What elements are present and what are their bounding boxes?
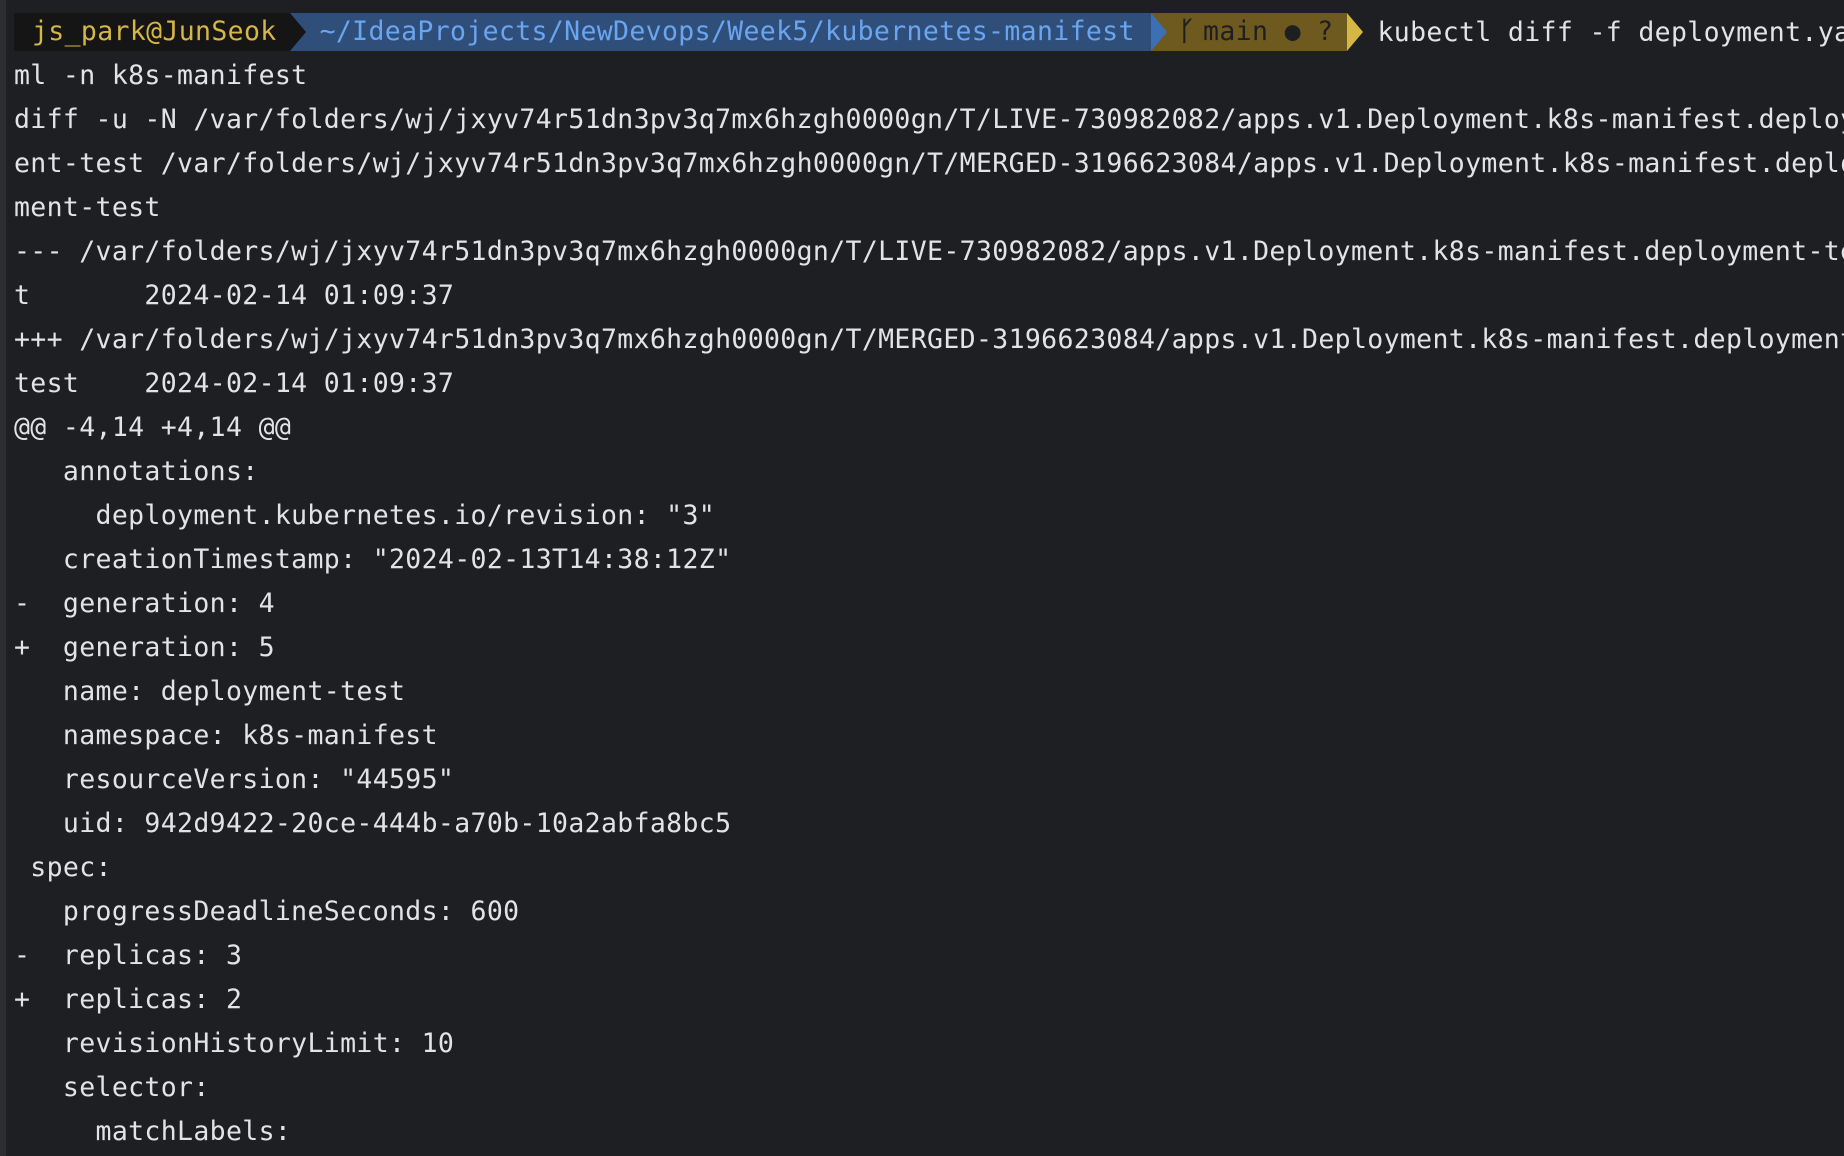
output-line: revisionHistoryLimit: 10 (14, 1028, 455, 1059)
prompt-git-segment: ᚴ main ● ? (1150, 13, 1348, 51)
output-line: - generation: 4 (14, 588, 275, 619)
output-line: selector: (14, 1072, 210, 1103)
prompt-separator-arrow (1347, 13, 1364, 51)
output-line: matchLabels: (14, 1116, 292, 1147)
git-status: main ● ? (1203, 16, 1334, 47)
output-line: resourceVersion: "44595" (14, 764, 455, 795)
output-line: ment-test (14, 192, 161, 223)
prompt-separator-arrow (1150, 13, 1167, 51)
output-line: diff -u -N /var/folders/wj/jxyv74r51dn3p… (14, 104, 1844, 135)
output-line: t 2024-02-14 01:09:37 (14, 280, 455, 311)
output-line: spec: (14, 852, 112, 883)
prompt-user-segment: js_park@JunSeok (14, 13, 291, 51)
terminal-output: js_park@JunSeok ~/IdeaProjects/NewDevops… (14, 0, 1844, 1154)
output-line: name: deployment-test (14, 676, 406, 707)
branch-icon: ᚴ (1178, 16, 1196, 47)
output-line: namespace: k8s-manifest (14, 720, 438, 751)
output-line: @@ -4,14 +4,14 @@ (14, 412, 292, 443)
output-line: uid: 942d9422-20ce-444b-a70b-10a2abfa8bc… (14, 808, 732, 839)
output-line: +++ /var/folders/wj/jxyv74r51dn3pv3q7mx6… (14, 324, 1844, 355)
terminal-window[interactable]: js_park@JunSeok ~/IdeaProjects/NewDevops… (0, 0, 1844, 1156)
output-line: + replicas: 2 (14, 984, 243, 1015)
output-line: test 2024-02-14 01:09:37 (14, 368, 455, 399)
output-line: + generation: 5 (14, 632, 275, 663)
shell-prompt: js_park@JunSeok ~/IdeaProjects/NewDevops… (14, 10, 1844, 54)
output-line: creationTimestamp: "2024-02-13T14:38:12Z… (14, 544, 732, 575)
output-line: progressDeadlineSeconds: 600 (14, 896, 520, 927)
command-text: kubectl diff -f deployment.ya (1377, 16, 1844, 48)
output-line: ent-test /var/folders/wj/jxyv74r51dn3pv3… (14, 148, 1844, 179)
prompt-path-segment: ~/IdeaProjects/NewDevops/Week5/kubernete… (289, 13, 1151, 51)
output-line: - replicas: 3 (14, 940, 243, 971)
output-line: deployment.kubernetes.io/revision: "3" (14, 500, 716, 531)
output-line: annotations: (14, 456, 259, 487)
output-line: --- /var/folders/wj/jxyv74r51dn3pv3q7mx6… (14, 236, 1844, 267)
prompt-separator-arrow (289, 13, 306, 51)
output-line: ml -n k8s-manifest (14, 60, 308, 91)
